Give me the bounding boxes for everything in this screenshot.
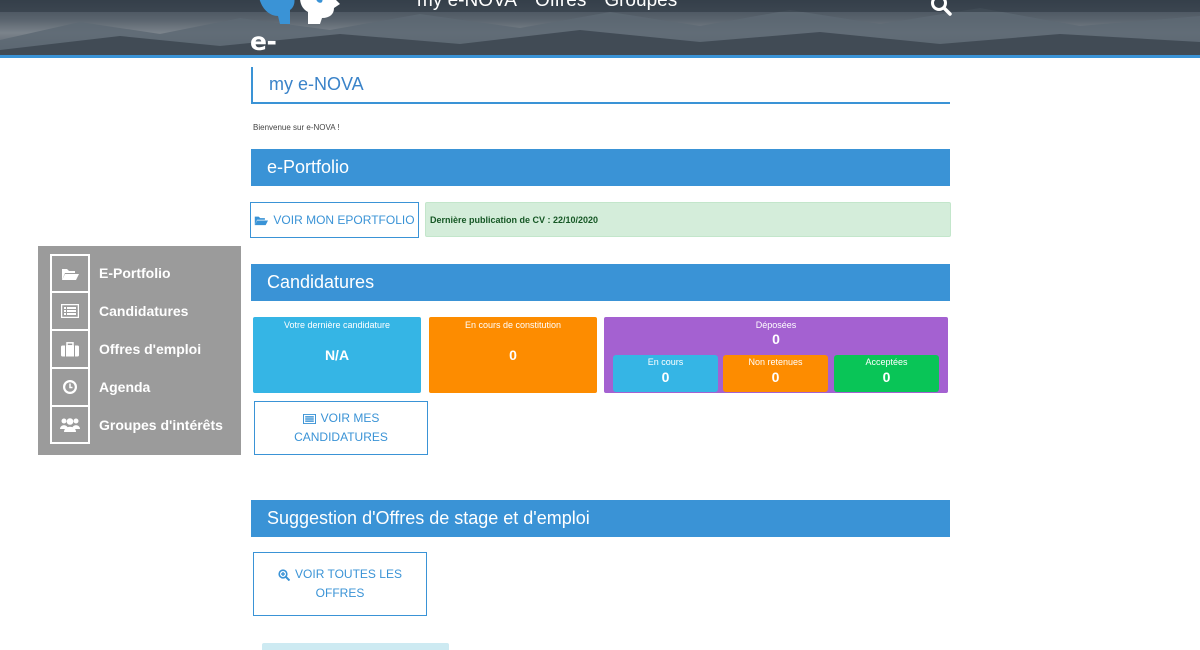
side-icon-box [50, 406, 90, 444]
side-icon-box [50, 368, 90, 406]
subtile-label: Acceptées [865, 357, 908, 367]
side-item-groupes[interactable]: Groupes d'intérêts [50, 406, 241, 444]
view-all-offers-label-line1: VOIR TOUTES LES [295, 567, 402, 581]
side-item-label: Offres d'emploi [99, 341, 202, 357]
nav-offres[interactable]: Offres [535, 0, 586, 12]
last-cv-publication-alert: Dernière publication de CV : 22/10/2020 [425, 202, 951, 237]
view-eportfolio-button[interactable]: VOIR MON EPORTFOLIO [250, 202, 419, 238]
side-icon-box [50, 330, 90, 368]
logo-heads-icon [259, 0, 340, 24]
search-icon[interactable] [930, 0, 952, 16]
top-navigation: my e-NOVA Offres Groupes [417, 0, 677, 12]
section-suggestions-heading: Suggestion d'Offres de stage et d'emploi [251, 500, 950, 537]
list-icon [302, 413, 316, 424]
subtile-en-cours[interactable]: En cours 0 [613, 355, 718, 392]
subtile-non-retenues[interactable]: Non retenues 0 [723, 355, 828, 392]
side-item-agenda[interactable]: Agenda [50, 368, 241, 406]
folder-open-icon [255, 216, 269, 225]
view-all-offers-button[interactable]: VOIR TOUTES LES OFFRES [253, 552, 427, 616]
folder-open-icon [62, 268, 79, 280]
subtile-label: Non retenues [748, 357, 803, 367]
subtile-acceptees[interactable]: Acceptées 0 [834, 355, 939, 392]
logo-text: e-NOVA [250, 27, 277, 56]
page-title: my e-NOVA [251, 67, 950, 104]
section-candidatures-heading: Candidatures [251, 264, 950, 301]
subtile-value: 0 [882, 369, 891, 385]
tile-in-progress[interactable]: En cours de constitution 0 [429, 317, 597, 393]
side-item-label: Agenda [99, 379, 151, 395]
side-item-label: Candidatures [99, 303, 189, 319]
subtile-label: En cours [647, 357, 684, 367]
site-logo[interactable]: e-NOVA [250, 0, 350, 56]
partially-visible-panel [262, 643, 449, 650]
nav-my-enova[interactable]: my e-NOVA [417, 0, 517, 12]
view-eportfolio-label: VOIR MON EPORTFOLIO [273, 212, 415, 227]
side-item-candidatures[interactable]: Candidatures [50, 292, 241, 330]
tile-value: 0 [772, 331, 780, 347]
tile-label: Déposées [755, 320, 797, 330]
zoom-in-icon [278, 568, 291, 581]
subtile-value: 0 [661, 369, 670, 385]
view-applications-label-line2: CANDIDATURES [294, 430, 388, 444]
list-icon [61, 304, 79, 318]
side-icon-box [50, 254, 90, 292]
tile-label: En cours de constitution [464, 320, 562, 330]
side-item-offres-emploi[interactable]: Offres d'emploi [50, 330, 241, 368]
side-item-eportfolio[interactable]: E-Portfolio [50, 254, 241, 292]
side-menu: E-Portfolio Candidatures Offres d'emploi [38, 246, 241, 455]
tile-value: 0 [509, 347, 517, 363]
subtile-value: 0 [771, 369, 780, 385]
clock-icon [63, 380, 77, 394]
tile-last-application[interactable]: Votre dernière candidature N/A [253, 317, 421, 393]
view-applications-button[interactable]: VOIR MES CANDIDATURES [254, 401, 428, 455]
nav-groupes[interactable]: Groupes [604, 0, 677, 12]
tile-submitted[interactable]: Déposées 0 En cours 0 Non retenues 0 Acc… [604, 317, 948, 393]
section-eportfolio-heading: e-Portfolio [251, 149, 950, 186]
side-item-label: Groupes d'intérêts [99, 417, 223, 433]
view-applications-label-line1: VOIR MES [320, 411, 380, 425]
users-icon [60, 418, 80, 432]
briefcase-icon [61, 341, 79, 356]
tile-label: Votre dernière candidature [283, 320, 391, 330]
welcome-message: Bienvenue sur e-NOVA ! [253, 123, 340, 132]
site-header: e-NOVA my e-NOVA Offres Groupes [0, 0, 1200, 58]
tile-value: N/A [324, 347, 350, 363]
side-item-label: E-Portfolio [99, 265, 171, 281]
side-icon-box [50, 292, 90, 330]
view-all-offers-label-line2: OFFRES [315, 586, 365, 600]
